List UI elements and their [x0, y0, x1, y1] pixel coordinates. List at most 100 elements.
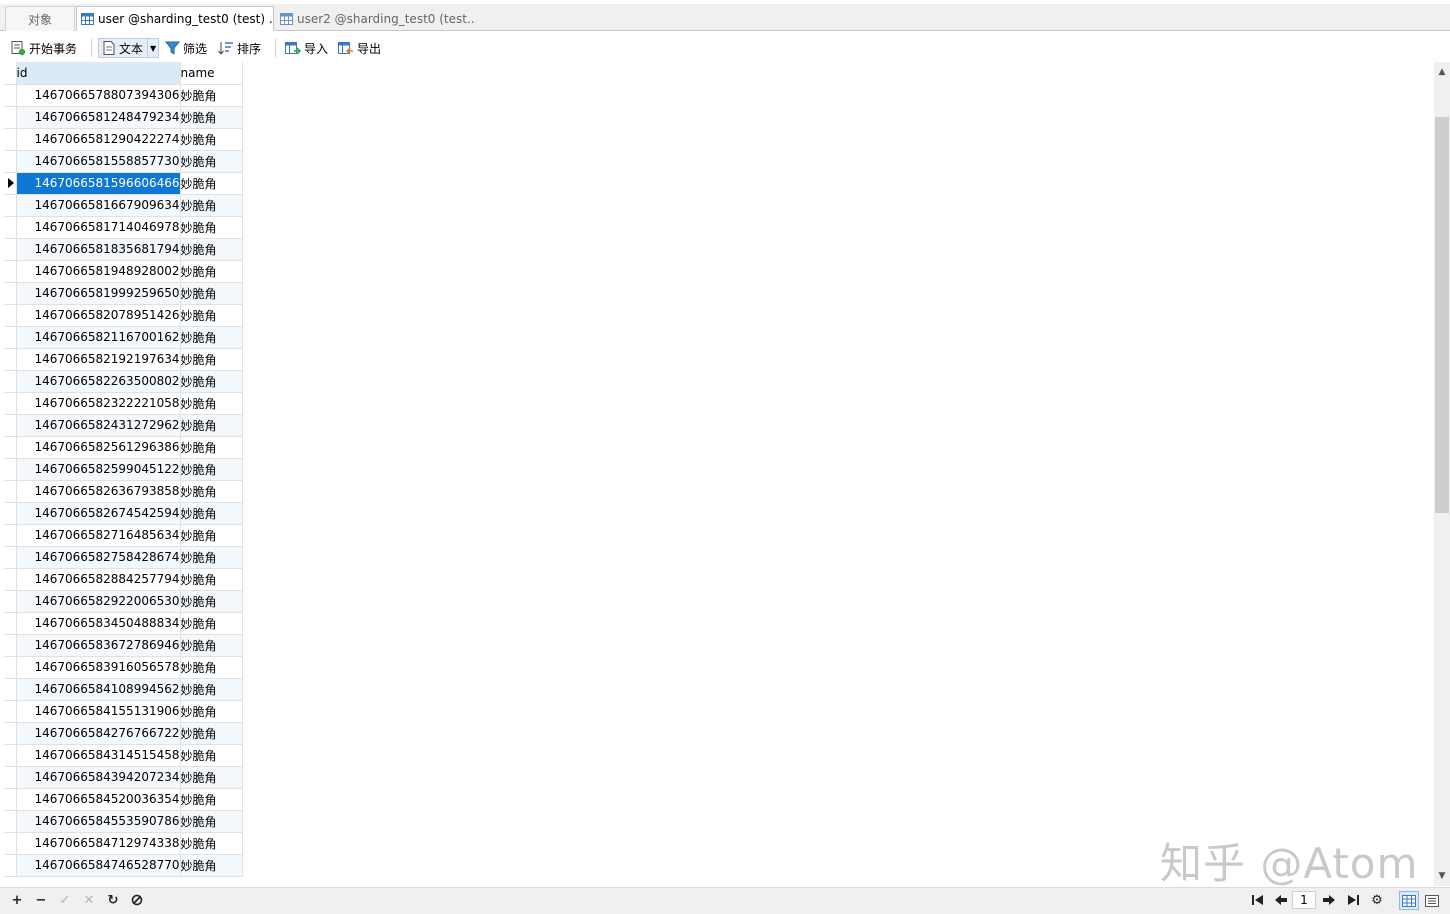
cell-name[interactable]: 妙脆角: [180, 524, 243, 547]
cell-id[interactable]: 1467066582322221058: [16, 392, 181, 415]
table-row[interactable]: 1467066582322221058 妙脆角: [4, 392, 243, 415]
table-row[interactable]: 1467066582716485634 妙脆角: [4, 524, 243, 547]
cell-name[interactable]: 妙脆角: [180, 832, 243, 855]
row-indicator[interactable]: [4, 722, 17, 745]
cell-id[interactable]: 1467066582263500802: [16, 370, 181, 393]
tab-objects[interactable]: 对象: [5, 6, 75, 31]
cell-id[interactable]: 1467066581714046978: [16, 216, 181, 239]
table-row[interactable]: 1467066581999259650 妙脆角: [4, 282, 243, 305]
table-row[interactable]: 1467066582674542594 妙脆角: [4, 502, 243, 525]
table-row[interactable]: 1467066581558857730 妙脆角: [4, 150, 243, 173]
cell-name[interactable]: 妙脆角: [180, 502, 243, 525]
table-row[interactable]: 1467066581714046978 妙脆角: [4, 216, 243, 239]
row-indicator[interactable]: [4, 634, 17, 657]
row-indicator[interactable]: [4, 766, 17, 789]
row-indicator[interactable]: [4, 172, 17, 195]
page-number-input[interactable]: 1: [1292, 891, 1316, 909]
cell-name[interactable]: 妙脆角: [180, 656, 243, 679]
table-row[interactable]: 1467066582431272962 妙脆角: [4, 414, 243, 437]
table-row[interactable]: 1467066584314515458 妙脆角: [4, 744, 243, 767]
add-record-icon[interactable]: +: [9, 892, 25, 908]
table-row[interactable]: 1467066581290422274 妙脆角: [4, 128, 243, 151]
row-indicator[interactable]: [4, 260, 17, 283]
cell-name[interactable]: 妙脆角: [180, 150, 243, 173]
row-indicator[interactable]: [4, 678, 17, 701]
row-indicator[interactable]: [4, 216, 17, 239]
cell-id[interactable]: 1467066582636793858: [16, 480, 181, 503]
cell-id[interactable]: 1467066581558857730: [16, 150, 181, 173]
cell-id[interactable]: 1467066581835681794: [16, 238, 181, 261]
row-indicator[interactable]: [4, 480, 17, 503]
table-row[interactable]: 1467066584108994562 妙脆角: [4, 678, 243, 701]
table-row[interactable]: 1467066583672786946 妙脆角: [4, 634, 243, 657]
cell-id[interactable]: 1467066582599045122: [16, 458, 181, 481]
table-row[interactable]: 1467066582636793858 妙脆角: [4, 480, 243, 503]
text-view-button[interactable]: 文本 ▼: [98, 38, 160, 58]
cell-id[interactable]: 1467066581596606466: [16, 172, 181, 195]
cell-id[interactable]: 1467066582922006530: [16, 590, 181, 613]
tab-user-table[interactable]: user @sharding_test0 (test) ...: [76, 6, 274, 31]
cell-name[interactable]: 妙脆角: [180, 304, 243, 327]
cell-name[interactable]: 妙脆角: [180, 546, 243, 569]
cell-name[interactable]: 妙脆角: [180, 568, 243, 591]
apply-changes-icon[interactable]: ✓: [57, 892, 73, 908]
cell-name[interactable]: 妙脆角: [180, 370, 243, 393]
cell-id[interactable]: 1467066584520036354: [16, 788, 181, 811]
cell-id[interactable]: 1467066583916056578: [16, 656, 181, 679]
cell-id[interactable]: 1467066584553590786: [16, 810, 181, 833]
row-indicator[interactable]: [4, 612, 17, 635]
cell-id[interactable]: 1467066584155131906: [16, 700, 181, 723]
cell-name[interactable]: 妙脆角: [180, 590, 243, 613]
cell-name[interactable]: 妙脆角: [180, 436, 243, 459]
vertical-scrollbar[interactable]: ▲ ▼: [1434, 62, 1450, 886]
cell-id[interactable]: 1467066582078951426: [16, 304, 181, 327]
row-indicator-header[interactable]: [4, 62, 17, 85]
table-row[interactable]: 1467066581596606466 妙脆角: [4, 172, 243, 195]
cell-name[interactable]: 妙脆角: [180, 722, 243, 745]
scroll-down-icon[interactable]: ▼: [1434, 868, 1450, 884]
cell-name[interactable]: 妙脆角: [180, 458, 243, 481]
cell-id[interactable]: 1467066581999259650: [16, 282, 181, 305]
table-row[interactable]: 1467066581948928002 妙脆角: [4, 260, 243, 283]
row-indicator[interactable]: [4, 744, 17, 767]
row-indicator[interactable]: [4, 832, 17, 855]
table-row[interactable]: 1467066584155131906 妙脆角: [4, 700, 243, 723]
row-indicator[interactable]: [4, 84, 17, 107]
cell-id[interactable]: 1467066584394207234: [16, 766, 181, 789]
cell-name[interactable]: 妙脆角: [180, 854, 243, 877]
row-indicator[interactable]: [4, 568, 17, 591]
table-row[interactable]: 1467066584712974338 妙脆角: [4, 832, 243, 855]
row-indicator[interactable]: [4, 700, 17, 723]
row-indicator[interactable]: [4, 150, 17, 173]
cell-id[interactable]: 1467066578807394306: [16, 84, 181, 107]
cell-id[interactable]: 1467066582758428674: [16, 546, 181, 569]
table-row[interactable]: 1467066581248479234 妙脆角: [4, 106, 243, 129]
cell-id[interactable]: 1467066584712974338: [16, 832, 181, 855]
begin-transaction-button[interactable]: 开始事务: [10, 38, 77, 58]
table-row[interactable]: 1467066584553590786 妙脆角: [4, 810, 243, 833]
table-row[interactable]: 1467066582078951426 妙脆角: [4, 304, 243, 327]
cell-id[interactable]: 1467066582192197634: [16, 348, 181, 371]
sort-button[interactable]: 排序: [218, 38, 261, 58]
row-indicator[interactable]: [4, 392, 17, 415]
cell-name[interactable]: 妙脆角: [180, 480, 243, 503]
cell-id[interactable]: 1467066582884257794: [16, 568, 181, 591]
row-indicator[interactable]: [4, 524, 17, 547]
row-indicator[interactable]: [4, 106, 17, 129]
table-row[interactable]: 1467066582263500802 妙脆角: [4, 370, 243, 393]
cell-name[interactable]: 妙脆角: [180, 392, 243, 415]
cell-name[interactable]: 妙脆角: [180, 612, 243, 635]
scroll-thumb[interactable]: [1435, 117, 1449, 513]
gear-icon[interactable]: ⚙: [1369, 892, 1385, 908]
table-row[interactable]: 1467066578807394306 妙脆角: [4, 84, 243, 107]
import-button[interactable]: 导入: [284, 38, 328, 58]
table-row[interactable]: 1467066582192197634 妙脆角: [4, 348, 243, 371]
row-indicator[interactable]: [4, 128, 17, 151]
cell-id[interactable]: 1467066584108994562: [16, 678, 181, 701]
cell-name[interactable]: 妙脆角: [180, 744, 243, 767]
cell-name[interactable]: 妙脆角: [180, 634, 243, 657]
table-row[interactable]: 1467066582758428674 妙脆角: [4, 546, 243, 569]
table-row[interactable]: 1467066582599045122 妙脆角: [4, 458, 243, 481]
cell-name[interactable]: 妙脆角: [180, 788, 243, 811]
cell-id[interactable]: 1467066583672786946: [16, 634, 181, 657]
